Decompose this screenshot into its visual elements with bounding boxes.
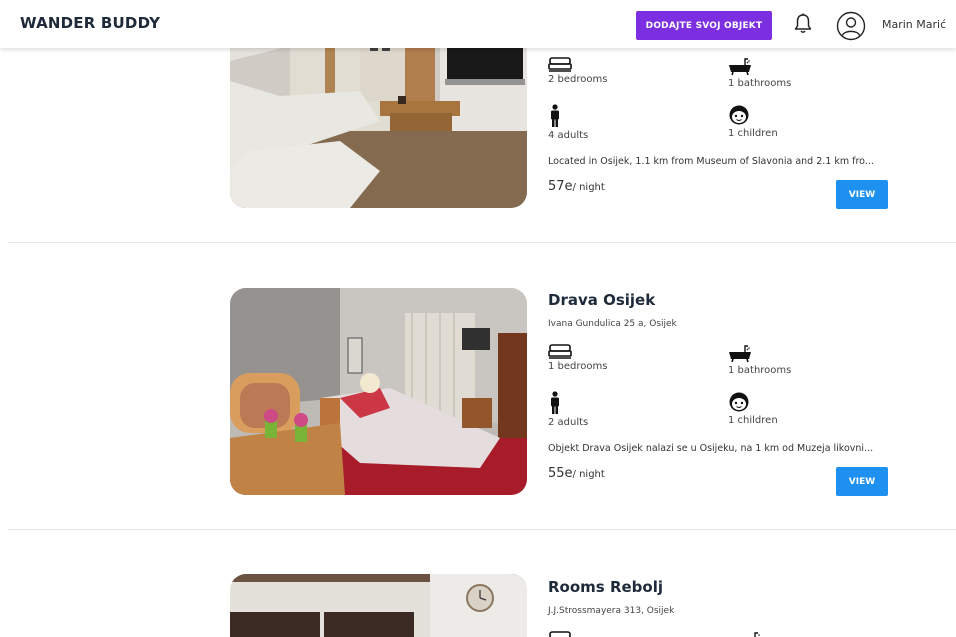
price-value: 57e [548, 179, 573, 194]
listing-price: 55e/ night [548, 466, 605, 481]
adults-label: 2 adults [548, 417, 589, 428]
bedrooms-label: 2 bedrooms [548, 74, 608, 85]
user-icon[interactable] [836, 11, 866, 41]
listing-photo[interactable] [230, 288, 527, 495]
listing-title[interactable]: Drava Osijek [548, 291, 655, 309]
children-label: 1 children [728, 128, 778, 139]
bathrooms-label: 1 bathrooms [728, 78, 792, 89]
bathtub-icon [729, 345, 751, 363]
listing-description: Located in Osijek, 1.1 km from Museum of… [548, 156, 874, 167]
bed-icon-partial [548, 630, 572, 637]
adult-icon [551, 104, 559, 127]
bedrooms-label: 1 bedrooms [548, 361, 608, 372]
listing-title[interactable]: Rooms Rebolj [548, 578, 663, 596]
listing-address: Ivana Gundulica 25 a, Osijek [548, 319, 677, 329]
children-feature: 1 children [728, 391, 778, 426]
top-navbar: WANDER BUDDY DODAJTE SVOJ OBJEKT Marin M… [0, 0, 956, 48]
price-unit: / night [572, 469, 605, 480]
listing-photo[interactable] [230, 574, 527, 637]
bedrooms-feature: 2 bedrooms [548, 56, 607, 85]
listing-price: 57e/ night [548, 179, 605, 194]
adults-feature: 4 adults [548, 104, 588, 141]
bathtub-icon [754, 632, 760, 637]
listing-address: J.J.Strossmayera 313, Osijek [548, 606, 675, 616]
view-button[interactable]: VIEW [836, 467, 888, 496]
bell-icon[interactable] [793, 13, 813, 35]
user-name[interactable]: Marin Marić [882, 18, 946, 31]
price-value: 55e [548, 466, 573, 481]
adults-feature: 2 adults [548, 391, 588, 428]
bathrooms-feature: 1 bathrooms [728, 343, 791, 376]
price-unit: / night [572, 182, 605, 193]
brand-logo[interactable]: WANDER BUDDY [20, 14, 160, 32]
listing-list: 2 bedrooms 1 bathrooms 4 adults 1 childr… [8, 0, 956, 637]
children-feature: 1 children [728, 104, 778, 139]
children-label: 1 children [728, 415, 778, 426]
bathrooms-feature: 1 bathrooms [728, 56, 791, 89]
child-icon [729, 105, 749, 125]
bed-icon [549, 631, 571, 637]
child-icon [729, 392, 749, 412]
adults-label: 4 adults [548, 130, 589, 141]
listing-card: Rooms Rebolj J.J.Strossmayera 313, Osije… [8, 530, 956, 637]
listing-description: Objekt Drava Osijek nalazi se u Osijeku,… [548, 443, 874, 454]
bathtub-icon [729, 58, 751, 76]
bathtub-icon-partial [738, 630, 762, 637]
view-button[interactable]: VIEW [836, 180, 888, 209]
bathrooms-label: 1 bathrooms [728, 365, 792, 376]
bed-icon [548, 57, 572, 72]
add-property-button[interactable]: DODAJTE SVOJ OBJEKT [636, 11, 772, 40]
adult-icon [551, 391, 559, 414]
bedrooms-feature: 1 bedrooms [548, 343, 607, 372]
listing-card: Drava Osijek Ivana Gundulica 25 a, Osije… [8, 243, 956, 530]
bed-icon [548, 344, 572, 359]
